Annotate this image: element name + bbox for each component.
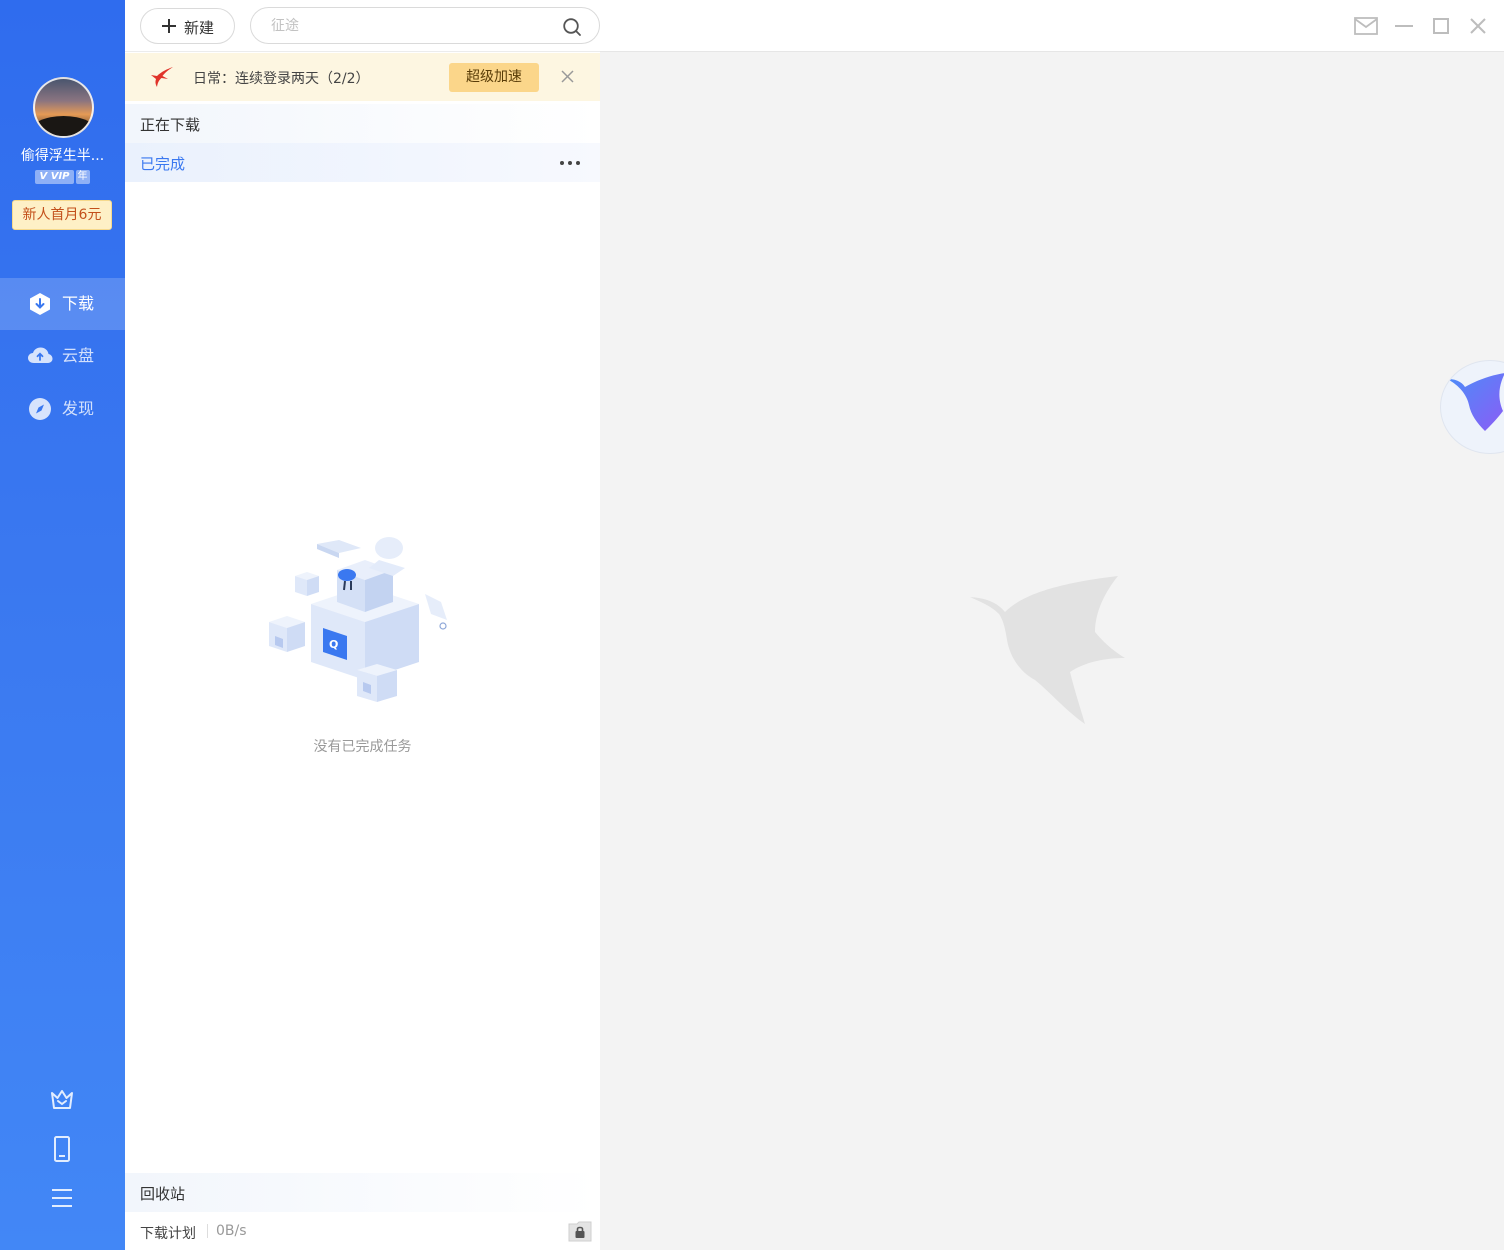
new-task-label: 新建 xyxy=(184,19,215,37)
download-speed: 0B/s xyxy=(216,1223,247,1239)
divider xyxy=(207,1224,208,1238)
new-task-button[interactable]: 新建 xyxy=(140,8,235,44)
search-box[interactable] xyxy=(250,7,600,44)
status-bar: 下载计划 0B/s xyxy=(125,1212,600,1250)
plus-icon xyxy=(162,19,176,33)
bird-icon xyxy=(1447,373,1504,431)
crown-icon[interactable] xyxy=(48,1086,76,1114)
menu-icon[interactable] xyxy=(48,1184,76,1212)
bird-watermark-icon xyxy=(970,576,1125,724)
download-icon xyxy=(30,293,50,315)
nav-cloud-label: 云盘 xyxy=(62,346,95,365)
empty-box-illustration: Q xyxy=(269,537,447,702)
vip-badges: V VIP 年 xyxy=(0,170,125,184)
notice-text: 日常：连续登录两天（2/2） xyxy=(193,71,370,87)
tab-completed-label: 已完成 xyxy=(140,155,186,173)
thunder-bird-icon xyxy=(151,67,173,87)
super-boost-button[interactable]: 超级加速 xyxy=(449,63,539,92)
tab-downloading-label: 正在下载 xyxy=(140,116,201,134)
sidebar: 偷得浮生半... V VIP 年 新人首月6元 下载 云盘 发现 xyxy=(0,0,125,1250)
promo-button[interactable]: 新人首月6元 xyxy=(12,200,112,230)
more-options-icon[interactable] xyxy=(559,155,581,169)
year-badge: 年 xyxy=(75,170,90,184)
close-icon[interactable] xyxy=(559,68,576,85)
task-notice-bar: 日常：连续登录两天（2/2） 超级加速 xyxy=(125,53,600,101)
empty-state-text: 没有已完成任务 xyxy=(313,739,412,755)
download-panel: 新建 日常：连续登录两天（2/2） 超级加速 正在下载 已完成 xyxy=(125,0,600,1250)
compass-icon xyxy=(29,398,51,420)
close-window-icon[interactable] xyxy=(1465,13,1491,39)
svg-text:Q: Q xyxy=(329,638,338,651)
vip-badge: V VIP xyxy=(35,170,74,184)
nav-download-label: 下载 xyxy=(62,294,95,313)
nav-cloud[interactable]: 云盘 xyxy=(0,330,125,382)
window-titlebar xyxy=(600,0,1504,52)
cloud-icon xyxy=(28,347,53,363)
tab-downloading[interactable]: 正在下载 xyxy=(125,104,600,143)
mobile-icon[interactable] xyxy=(48,1135,76,1163)
search-icon[interactable] xyxy=(562,17,582,37)
minimize-icon[interactable] xyxy=(1391,13,1417,39)
nav-discover[interactable]: 发现 xyxy=(0,383,125,435)
tab-completed[interactable]: 已完成 xyxy=(125,143,600,182)
floating-assistant-button[interactable] xyxy=(1440,360,1504,454)
download-plan-link[interactable]: 下载计划 xyxy=(140,1223,196,1243)
maximize-icon[interactable] xyxy=(1428,13,1454,39)
search-input[interactable] xyxy=(271,16,551,36)
nav-download[interactable]: 下载 xyxy=(0,278,125,330)
user-avatar[interactable] xyxy=(33,77,94,138)
username[interactable]: 偷得浮生半... xyxy=(6,145,119,165)
recycle-bin-label: 回收站 xyxy=(140,1185,186,1203)
toolbar: 新建 xyxy=(125,0,600,52)
lock-icon[interactable] xyxy=(567,1219,593,1243)
mail-icon[interactable] xyxy=(1353,13,1379,39)
nav-discover-label: 发现 xyxy=(62,399,95,418)
recycle-bin[interactable]: 回收站 xyxy=(125,1173,600,1212)
